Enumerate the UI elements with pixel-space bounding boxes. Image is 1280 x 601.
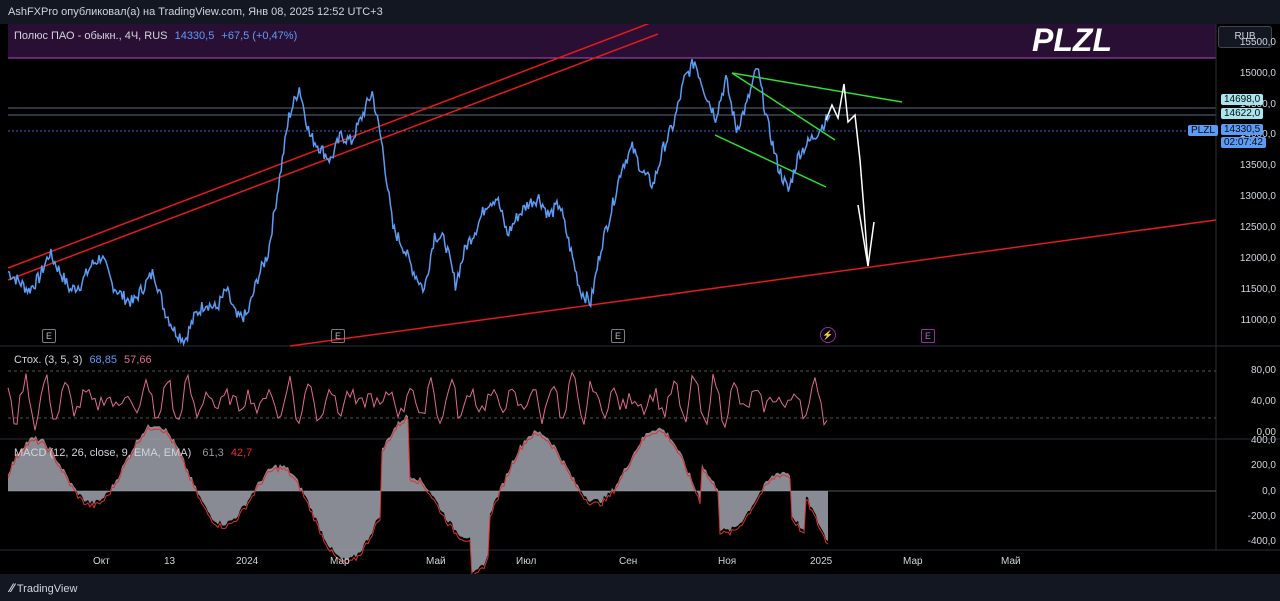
macd-value-1: 61,3 xyxy=(202,447,224,459)
price-axis-label: 15500,0 xyxy=(1239,36,1276,48)
earnings-marker[interactable]: E xyxy=(42,329,56,343)
time-label: Май xyxy=(426,556,446,567)
stoch-d-value: 57,66 xyxy=(124,354,152,366)
price-tag-2: 14622,0 xyxy=(1221,108,1264,119)
price-axis-label: 11000,0 xyxy=(1240,315,1276,327)
ticker-watermark: PLZL xyxy=(1032,22,1112,58)
time-label: 2025 xyxy=(810,556,833,567)
stoch-label: Стох. (3, 5, 3) xyxy=(14,354,83,366)
channel-top[interactable] xyxy=(731,72,903,103)
macd-axis-200: 200,0 xyxy=(1250,460,1276,471)
time-label: Мар xyxy=(903,556,923,567)
macd-axis-0: 0,0 xyxy=(1262,486,1276,497)
macd-legend: MACD (12, 26, close, 9, EMA, EMA) 61,3 4… xyxy=(14,447,252,459)
countdown-tag: 02:07:42 xyxy=(1221,137,1266,148)
dividend-bolt-icon[interactable]: ⚡ xyxy=(820,327,836,343)
price-axis-label: 12500,0 xyxy=(1239,222,1276,234)
earnings-marker[interactable]: E xyxy=(611,329,625,343)
last-price-tag: 14330,5 xyxy=(1221,124,1264,135)
time-label: Сен xyxy=(619,556,638,567)
time-label: Ноя xyxy=(718,556,737,567)
time-label: 2024 xyxy=(236,556,259,567)
macd-signal-line xyxy=(7,416,829,574)
earnings-marker[interactable]: E xyxy=(331,329,345,343)
time-label: Мар xyxy=(330,556,350,567)
channel-upper-diag[interactable] xyxy=(731,72,836,141)
symbol-change: +67,5 (+0,47%) xyxy=(221,30,298,42)
price-axis-label: 11500,0 xyxy=(1240,284,1276,296)
footer-bar: ⁄⁄ TradingView xyxy=(0,574,1280,601)
earnings-marker[interactable]: E xyxy=(921,329,935,343)
symbol-name: Полюс ПАО - обыкн., 4Ч, RUS xyxy=(14,30,168,42)
brand-text: TradingView xyxy=(16,583,78,595)
symbol-price-tag: PLZL xyxy=(1188,125,1218,136)
time-label: Июл xyxy=(516,556,537,567)
stoch-axis-40: 40,00 xyxy=(1250,396,1276,407)
publish-header: AshFXPro опубликовал(а) на TradingView.c… xyxy=(0,0,1280,24)
stoch-axis-80: 80,00 xyxy=(1250,365,1276,376)
macd-axis-m400: -400,0 xyxy=(1247,536,1276,547)
macd-histogram-area xyxy=(8,414,828,573)
price-axis-label: 15000,0 xyxy=(1239,67,1276,79)
macd-label: MACD (12, 26, close, 9, EMA, EMA) xyxy=(14,447,192,459)
macd-value-2: 42,7 xyxy=(230,447,253,459)
publisher-line: AshFXPro опубликовал(а) на TradingView.c… xyxy=(8,6,383,18)
time-label: Окт xyxy=(93,556,110,567)
trendline-upper-1[interactable] xyxy=(7,24,658,269)
macd-axis-400: 400,0 xyxy=(1250,435,1276,446)
price-series-line xyxy=(7,58,831,347)
tradingview-logo-icon[interactable]: ⁄⁄ TradingView xyxy=(10,581,77,595)
time-label: 13 xyxy=(164,556,176,567)
price-axis-label: 13000,0 xyxy=(1239,191,1276,203)
stoch-legend: Стох. (3, 5, 3) 68,85 57,66 xyxy=(14,354,152,366)
chart-area[interactable] xyxy=(0,24,1280,574)
macd-axis-m200: -200,0 xyxy=(1247,511,1276,522)
symbol-info: Полюс ПАО - обыкн., 4Ч, RUS 14330,5 +67,… xyxy=(14,30,297,42)
stoch-k-line xyxy=(7,371,828,431)
price-axis-label: 13500,0 xyxy=(1239,160,1276,172)
time-label: Май xyxy=(1001,556,1021,567)
symbol-price: 14330,5 xyxy=(174,30,215,42)
price-axis-label: 12000,0 xyxy=(1239,253,1276,265)
price-tag-1: 14698,0 xyxy=(1221,94,1264,105)
projection-path xyxy=(825,83,869,267)
stoch-k-value: 68,85 xyxy=(89,354,117,366)
trendline-support[interactable] xyxy=(289,219,1217,347)
